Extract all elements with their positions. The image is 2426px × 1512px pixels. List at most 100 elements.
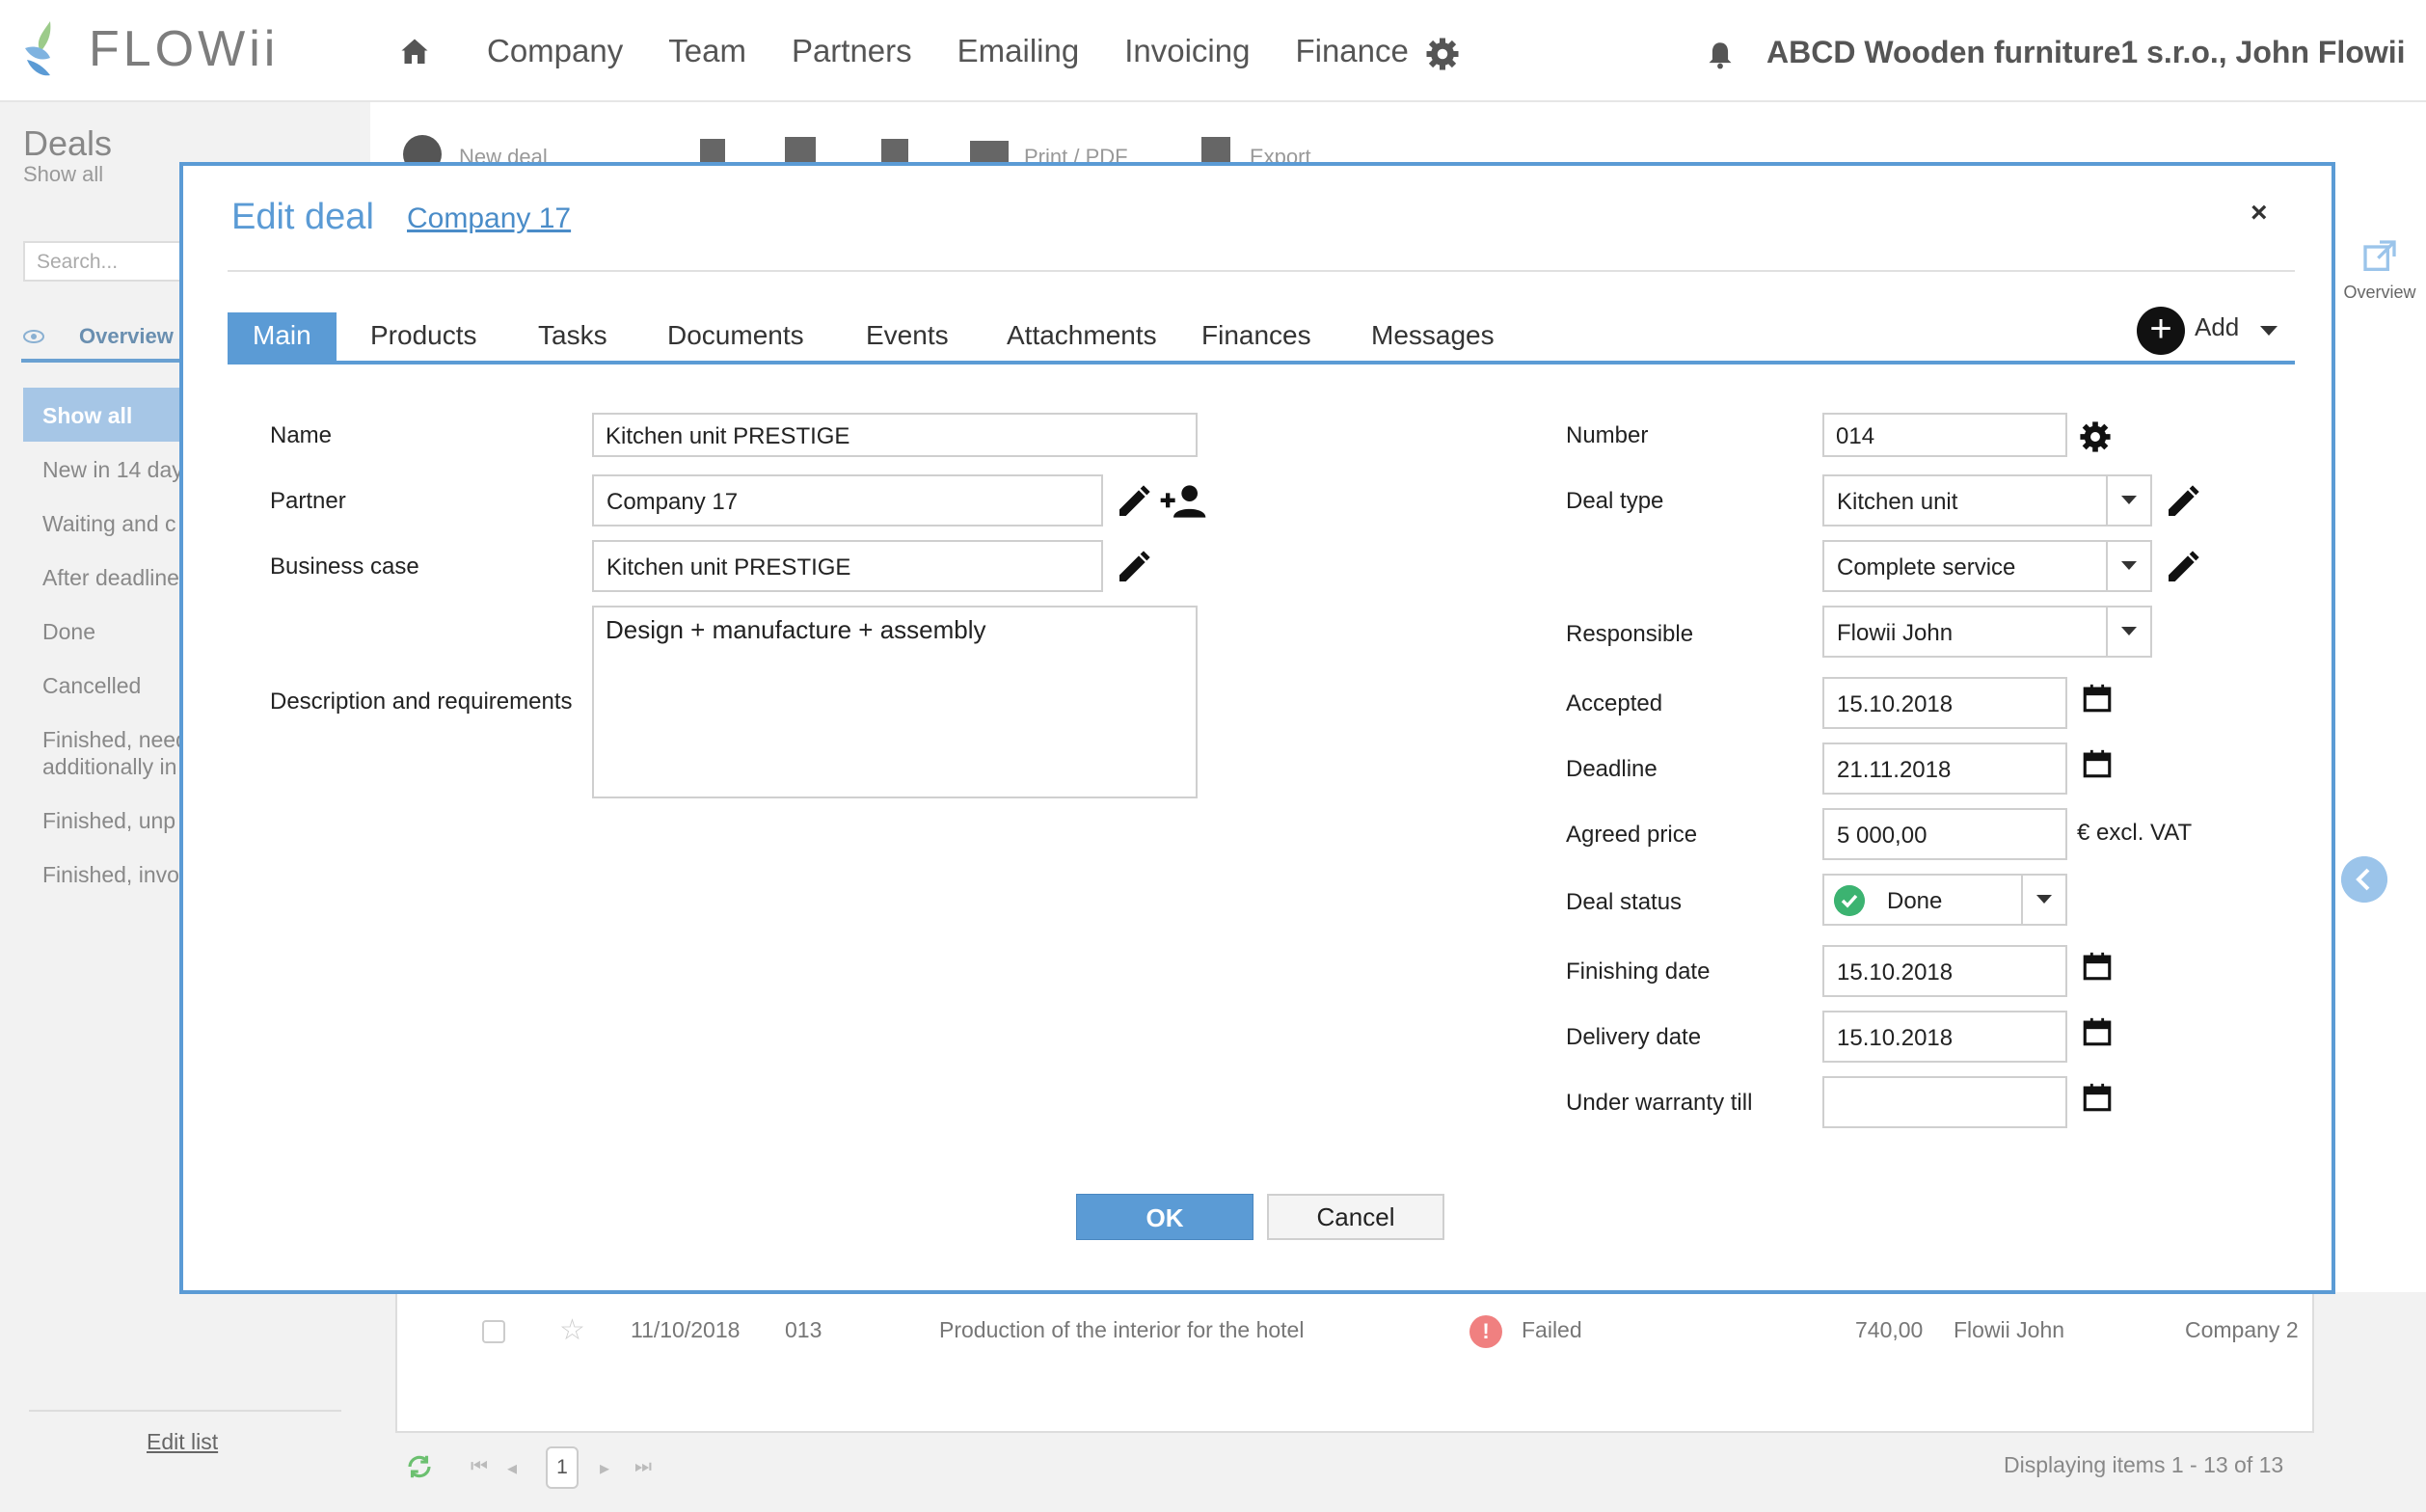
row-checkbox[interactable] (482, 1320, 505, 1343)
responsible-select[interactable]: Flowii John (1822, 606, 2152, 658)
home-icon[interactable] (397, 35, 432, 69)
filter-item[interactable]: additionally in (42, 754, 176, 780)
nav-emailing[interactable]: Emailing (957, 33, 1080, 69)
notifications-bell-icon[interactable] (1707, 40, 1734, 69)
filter-item[interactable]: Cancelled (42, 673, 141, 699)
flowii-logo[interactable]: FLOWii (21, 15, 279, 83)
filter-item[interactable]: Finished, need (42, 727, 188, 753)
partner-input[interactable]: Company 17 (592, 474, 1103, 526)
external-link-icon (2363, 240, 2396, 271)
row-status: Failed (1522, 1317, 1582, 1342)
deadline-date-input[interactable]: 21.11.2018 (1822, 742, 2067, 795)
responsible-value: Flowii John (1837, 620, 1954, 646)
deal-status-value: Done (1887, 888, 1943, 914)
delivery-calendar-icon[interactable] (2081, 1014, 2114, 1049)
filter-item[interactable]: Done (42, 619, 95, 645)
ok-button[interactable]: OK (1076, 1194, 1253, 1240)
company-link[interactable]: Company 17 (407, 202, 571, 235)
deal-status-label: Deal status (1566, 889, 1683, 915)
first-page-icon[interactable]: ⏮ (471, 1456, 488, 1478)
tab-messages[interactable]: Messages (1371, 312, 1495, 361)
filter-item[interactable]: Finished, invo (42, 862, 179, 888)
edit-partner-pencil-icon[interactable] (1115, 482, 1153, 521)
warranty-date-input[interactable] (1822, 1076, 2067, 1128)
nav-company[interactable]: Company (487, 33, 623, 69)
last-page-icon[interactable]: ⏭ (634, 1456, 652, 1478)
deadline-label: Deadline (1566, 756, 1658, 782)
tab-documents[interactable]: Documents (667, 312, 804, 361)
accepted-date-input[interactable]: 15.10.2018 (1822, 677, 2067, 729)
nav-invoicing[interactable]: Invoicing (1124, 33, 1250, 69)
add-plus-icon[interactable]: + (2137, 307, 2185, 355)
delivery-date-label: Delivery date (1566, 1024, 1702, 1050)
tab-products[interactable]: Products (370, 312, 477, 361)
deal-type-select[interactable]: Kitchen unit (1822, 474, 2152, 526)
add-button[interactable]: Add (2195, 312, 2239, 342)
add-person-icon[interactable] (1159, 480, 1207, 523)
prev-page-icon[interactable]: ◂ (507, 1456, 517, 1480)
edit-pencil-icon[interactable] (700, 139, 725, 164)
close-icon[interactable]: × (2251, 197, 2268, 230)
edit-business-case-pencil-icon[interactable] (1115, 548, 1153, 586)
tab-finances[interactable]: Finances (1201, 312, 1311, 361)
deal-status-dropdown-caret-icon[interactable] (2021, 874, 2065, 926)
tab-attachments[interactable]: Attachments (1007, 312, 1157, 361)
description-textarea[interactable]: Design + manufacture + assembly (592, 606, 1198, 798)
filter-item[interactable]: Finished, unp (42, 808, 175, 834)
page-subtitle: Show all (23, 162, 104, 186)
add-dropdown-caret-icon[interactable] (2260, 326, 2278, 336)
deal-type-dropdown-caret-icon[interactable] (2106, 474, 2150, 526)
number-settings-gear-icon[interactable] (2079, 420, 2112, 453)
partner-label: Partner (270, 488, 346, 514)
deal-type-value: Kitchen unit (1837, 489, 1958, 515)
tab-overview[interactable]: Overview (21, 314, 195, 363)
finishing-date-input[interactable]: 15.10.2018 (1822, 945, 2067, 997)
right-overview-button[interactable]: Overview (2333, 237, 2426, 303)
filter-item[interactable]: Waiting and c (42, 511, 176, 537)
number-input[interactable]: 014 (1822, 413, 2067, 457)
finishing-calendar-icon[interactable] (2081, 949, 2114, 984)
finishing-date-label: Finishing date (1566, 958, 1711, 985)
responsible-label: Responsible (1566, 621, 1694, 647)
delivery-date-input[interactable]: 15.10.2018 (1822, 1011, 2067, 1063)
account-name[interactable]: ABCD Wooden furniture1 s.r.o., John Flow… (1766, 35, 2406, 70)
service-value: Complete service (1837, 554, 2016, 580)
business-case-label: Business case (270, 554, 419, 580)
warranty-calendar-icon[interactable] (2081, 1080, 2114, 1115)
favorite-star-icon[interactable]: ☆ (559, 1313, 585, 1347)
nav-team[interactable]: Team (668, 33, 746, 69)
responsible-dropdown-caret-icon[interactable] (2106, 606, 2150, 658)
settings-gear-icon[interactable] (1425, 37, 1460, 71)
tab-events[interactable]: Events (866, 312, 949, 361)
edit-deal-dialog: Edit deal Company 17 × Main Products Tas… (179, 162, 2335, 1294)
nav-partners[interactable]: Partners (792, 33, 912, 69)
row-amount: 740,00 (1855, 1317, 1924, 1342)
filter-item[interactable]: New in 14 day (42, 457, 183, 483)
next-page-icon[interactable]: ▸ (600, 1456, 609, 1480)
agreed-price-input[interactable]: 5 000,00 (1822, 808, 2067, 860)
edit-service-pencil-icon[interactable] (2164, 548, 2202, 586)
service-select[interactable]: Complete service (1822, 540, 2152, 592)
row-name[interactable]: Production of the interior for the hotel (939, 1317, 1304, 1343)
collapse-chevron-icon[interactable] (2341, 856, 2387, 903)
pagination-info: Displaying items 1 - 13 of 13 (2004, 1452, 2284, 1477)
name-input[interactable]: Kitchen unit PRESTIGE (592, 413, 1198, 457)
filter-item[interactable]: After deadline (42, 565, 179, 591)
service-dropdown-caret-icon[interactable] (2106, 540, 2150, 592)
refresh-icon[interactable] (405, 1452, 434, 1481)
sidebar-divider (29, 1410, 341, 1412)
filter-show-all[interactable]: Show all (23, 388, 197, 442)
business-case-input[interactable]: Kitchen unit PRESTIGE (592, 540, 1103, 592)
deadline-calendar-icon[interactable] (2081, 746, 2114, 781)
edit-deal-type-pencil-icon[interactable] (2164, 482, 2202, 521)
edit-list-link[interactable]: Edit list (147, 1429, 218, 1455)
accepted-label: Accepted (1566, 690, 1663, 716)
tab-main[interactable]: Main (228, 312, 337, 361)
row-number: 013 (785, 1317, 822, 1342)
page-number[interactable]: 1 (546, 1446, 579, 1489)
tab-tasks[interactable]: Tasks (538, 312, 607, 361)
cancel-button[interactable]: Cancel (1267, 1194, 1444, 1240)
top-navigation-bar: FLOWii Company Team Partners Emailing In… (0, 0, 2426, 102)
accepted-calendar-icon[interactable] (2081, 681, 2114, 716)
nav-finance[interactable]: Finance (1295, 33, 1408, 69)
